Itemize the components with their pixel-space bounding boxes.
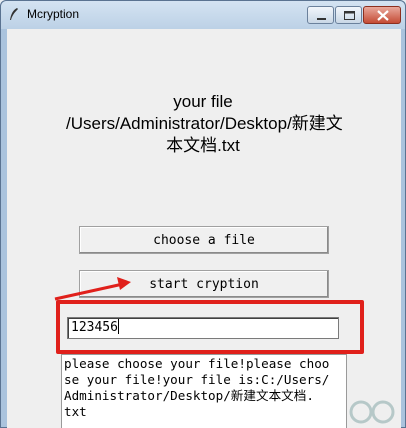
app-window: Mcryption your file /Users/Administrator… xyxy=(0,0,406,428)
close-button[interactable] xyxy=(363,6,401,24)
file-label-path: /Users/Administrator/Desktop/新建文 xyxy=(66,114,343,133)
file-label-filename: 本文档.txt xyxy=(166,136,240,155)
feather-icon xyxy=(10,8,18,20)
file-label-heading: your file xyxy=(173,92,233,111)
window-client-area: your file /Users/Administrator/Desktop/新… xyxy=(7,29,401,428)
log-line: please choose your file!please choo xyxy=(64,356,330,371)
minimize-icon xyxy=(317,18,326,20)
maximize-button[interactable] xyxy=(335,6,362,24)
selected-file-label: your file /Users/Administrator/Desktop/新… xyxy=(7,91,399,157)
close-icon xyxy=(377,10,389,21)
window-title: Mcryption xyxy=(27,7,80,21)
maximize-icon xyxy=(344,11,355,20)
title-bar[interactable]: Mcryption xyxy=(1,1,405,29)
choose-file-button[interactable]: choose a file xyxy=(79,226,329,254)
text-caret xyxy=(117,319,119,334)
minimize-button[interactable] xyxy=(307,6,334,24)
password-entry-value: 123456 xyxy=(71,320,118,335)
log-line: txt xyxy=(64,404,87,419)
log-line: se your file!your file is:C:/Users/ xyxy=(64,372,330,387)
watermark-logo-icon xyxy=(349,400,395,424)
log-line: Administrator/Desktop/新建文本文档. xyxy=(64,388,314,403)
annotation-arrow-icon xyxy=(54,277,131,301)
password-entry[interactable]: 123456 xyxy=(67,317,339,339)
status-log[interactable]: please choose your file!please choo se yo… xyxy=(61,354,347,428)
